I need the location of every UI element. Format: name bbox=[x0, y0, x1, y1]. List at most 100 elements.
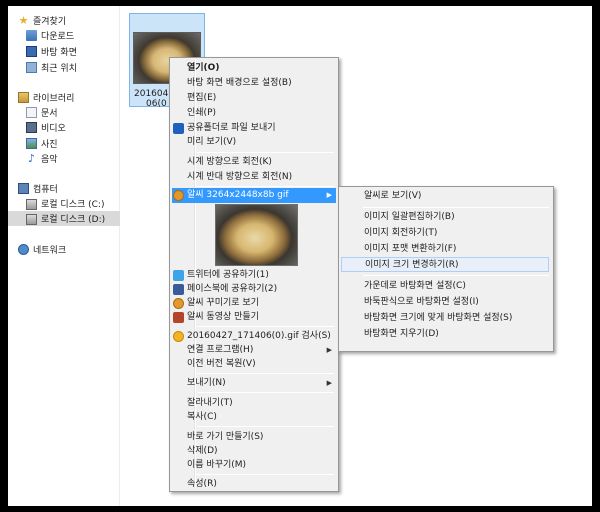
menu-separator bbox=[197, 373, 334, 374]
menu-item-open-with[interactable]: 연결 프로그램(H) ▶ bbox=[172, 343, 336, 358]
menu-separator bbox=[197, 392, 334, 393]
nav-item-drive-d[interactable]: 로컬 디스크 (D:) bbox=[8, 211, 120, 226]
drive-icon bbox=[26, 214, 37, 225]
alsee-icon bbox=[173, 190, 184, 201]
submenu-item-convert-format[interactable]: 이미지 포맷 변환하기(F) bbox=[341, 242, 549, 257]
nav-computer[interactable]: 컴퓨터 bbox=[18, 181, 58, 196]
nav-network[interactable]: 네트워크 bbox=[18, 242, 66, 257]
menu-separator bbox=[197, 426, 334, 427]
menu-item-label: 트위터에 공유하기(1) bbox=[187, 270, 269, 280]
nav-item-label: 다운로드 bbox=[41, 32, 75, 42]
movie-icon bbox=[173, 312, 184, 323]
nav-item-downloads[interactable]: 다운로드 bbox=[26, 28, 74, 43]
menu-item-create-shortcut[interactable]: 바로 가기 만들기(S) bbox=[172, 430, 336, 445]
alsee-submenu: 알씨로 보기(V) 이미지 일괄편집하기(B) 이미지 회전하기(T) 이미지 … bbox=[338, 186, 554, 352]
share-folder-icon bbox=[173, 123, 184, 134]
nav-item-drive-c[interactable]: 로컬 디스크 (C:) bbox=[26, 196, 104, 211]
menu-item-label: 20160427_171406(0).gif 검사(S) bbox=[187, 331, 331, 341]
nav-item-videos[interactable]: 비디오 bbox=[26, 120, 66, 135]
explorer-window: ★ 즐겨찾기 다운로드 바탕 화면 최근 위치 라이브러리 문서 비디오 사진 … bbox=[8, 6, 592, 506]
star-icon: ★ bbox=[18, 14, 29, 27]
menu-item-label: 알씨 꾸미기로 보기 bbox=[187, 298, 259, 308]
menu-item-delete[interactable]: 삭제(D) bbox=[172, 444, 336, 459]
menu-item-label: 알씨 동영상 만들기 bbox=[187, 312, 259, 322]
pictures-icon bbox=[26, 138, 37, 149]
computer-icon bbox=[18, 183, 29, 194]
submenu-arrow-icon: ▶ bbox=[326, 379, 332, 387]
menu-item-label: 보내기(N) bbox=[187, 378, 226, 388]
nav-item-label: 비디오 bbox=[41, 124, 66, 134]
menu-item-set-background[interactable]: 바탕 화면 배경으로 설정(B) bbox=[172, 76, 336, 91]
menu-separator bbox=[197, 186, 334, 187]
submenu-arrow-icon: ▶ bbox=[326, 346, 332, 354]
nav-item-music[interactable]: ♪ 음악 bbox=[26, 151, 58, 166]
nav-item-label: 최근 위치 bbox=[41, 64, 77, 74]
menu-item-scan[interactable]: 20160427_171406(0).gif 검사(S) bbox=[172, 329, 336, 344]
menu-separator bbox=[197, 326, 334, 327]
menu-item-label: 페이스북에 공유하기(2) bbox=[187, 284, 278, 294]
nav-item-documents[interactable]: 문서 bbox=[26, 105, 58, 120]
nav-favorites[interactable]: ★ 즐겨찾기 bbox=[18, 13, 67, 28]
network-icon bbox=[18, 244, 29, 255]
menu-item-share-facebook[interactable]: 페이스북에 공유하기(2) bbox=[172, 282, 336, 297]
menu-item-rotate-counterclockwise[interactable]: 시계 반대 방향으로 회전(N) bbox=[172, 170, 336, 185]
nav-item-label: 문서 bbox=[41, 109, 58, 119]
menu-item-share-twitter[interactable]: 트위터에 공유하기(1) bbox=[172, 268, 336, 283]
nav-favorites-label: 즐겨찾기 bbox=[33, 17, 67, 27]
scan-icon bbox=[173, 331, 184, 342]
submenu-arrow-icon: ▶ bbox=[326, 191, 332, 199]
menu-item-rotate-clockwise[interactable]: 시계 방향으로 회전(K) bbox=[172, 155, 336, 170]
documents-icon bbox=[26, 107, 37, 118]
menu-item-cut[interactable]: 잘라내기(T) bbox=[172, 396, 336, 411]
library-icon bbox=[18, 92, 29, 103]
twitter-icon bbox=[173, 270, 184, 281]
menu-item-alsee-movie[interactable]: 알씨 동영상 만들기 bbox=[172, 310, 336, 325]
recent-places-icon bbox=[26, 62, 37, 73]
submenu-item-wallpaper-center[interactable]: 가운데로 바탕화면 설정(C) bbox=[341, 279, 549, 294]
submenu-item-wallpaper-clear[interactable]: 바탕화면 지우기(D) bbox=[341, 327, 549, 342]
menu-item-label: 연결 프로그램(H) bbox=[187, 345, 254, 355]
nav-item-label: 사진 bbox=[41, 140, 58, 150]
nav-computer-label: 컴퓨터 bbox=[33, 185, 58, 195]
drive-icon bbox=[26, 199, 37, 210]
image-preview bbox=[215, 204, 298, 266]
submenu-item-resize[interactable]: 이미지 크기 변경하기(R) bbox=[341, 257, 549, 272]
facebook-icon bbox=[173, 284, 184, 295]
menu-separator bbox=[363, 207, 549, 208]
music-note-icon: ♪ bbox=[27, 152, 36, 165]
menu-item-print[interactable]: 인쇄(P) bbox=[172, 106, 336, 121]
nav-item-label: 음악 bbox=[41, 155, 58, 165]
file-name-line2: 06(0 bbox=[146, 99, 167, 109]
submenu-item-wallpaper-fit[interactable]: 바탕화면 크기에 맞게 바탕화면 설정(S) bbox=[341, 311, 549, 326]
nav-item-label: 로컬 디스크 (D:) bbox=[41, 215, 106, 225]
submenu-item-wallpaper-tile[interactable]: 바둑판식으로 바탕화면 설정(I) bbox=[341, 295, 549, 310]
nav-item-desktop[interactable]: 바탕 화면 bbox=[26, 44, 77, 59]
menu-item-restore-previous[interactable]: 이전 버전 복원(V) bbox=[172, 357, 336, 372]
menu-item-copy[interactable]: 복사(C) bbox=[172, 410, 336, 425]
menu-item-send-to[interactable]: 보내기(N) ▶ bbox=[172, 376, 336, 391]
alsee-decorate-icon bbox=[173, 298, 184, 309]
context-menu: 열기(O) 바탕 화면 배경으로 설정(B) 편집(E) 인쇄(P) 공유폴더로… bbox=[169, 57, 339, 492]
nav-item-label: 로컬 디스크 (C:) bbox=[41, 200, 105, 210]
downloads-folder-icon bbox=[26, 30, 37, 41]
video-icon bbox=[26, 122, 37, 133]
menu-item-alsee[interactable]: 알씨 3264x2448x8b gif ▶ bbox=[172, 188, 336, 203]
nav-item-recent[interactable]: 최근 위치 bbox=[26, 60, 77, 75]
menu-item-open[interactable]: 열기(O) bbox=[172, 61, 336, 76]
nav-network-label: 네트워크 bbox=[33, 246, 67, 256]
desktop-icon bbox=[26, 46, 37, 57]
submenu-item-batch-edit[interactable]: 이미지 일괄편집하기(B) bbox=[341, 210, 549, 225]
nav-item-pictures[interactable]: 사진 bbox=[26, 136, 58, 151]
menu-separator bbox=[197, 152, 334, 153]
menu-item-label: 알씨 3264x2448x8b gif bbox=[187, 190, 289, 200]
menu-item-alsee-decorate[interactable]: 알씨 꾸미기로 보기 bbox=[172, 296, 336, 311]
submenu-item-view[interactable]: 알씨로 보기(V) bbox=[341, 189, 549, 204]
menu-item-properties[interactable]: 속성(R) bbox=[172, 477, 336, 492]
menu-item-preview[interactable]: 미리 보기(V) bbox=[172, 135, 336, 150]
menu-item-send-shared-folder[interactable]: 공유폴더로 파일 보내기 bbox=[172, 121, 336, 136]
nav-item-label: 바탕 화면 bbox=[41, 48, 77, 58]
menu-item-rename[interactable]: 이름 바꾸기(M) bbox=[172, 458, 336, 473]
menu-item-edit[interactable]: 편집(E) bbox=[172, 91, 336, 106]
submenu-item-rotate[interactable]: 이미지 회전하기(T) bbox=[341, 226, 549, 241]
nav-libraries[interactable]: 라이브러리 bbox=[18, 90, 74, 105]
